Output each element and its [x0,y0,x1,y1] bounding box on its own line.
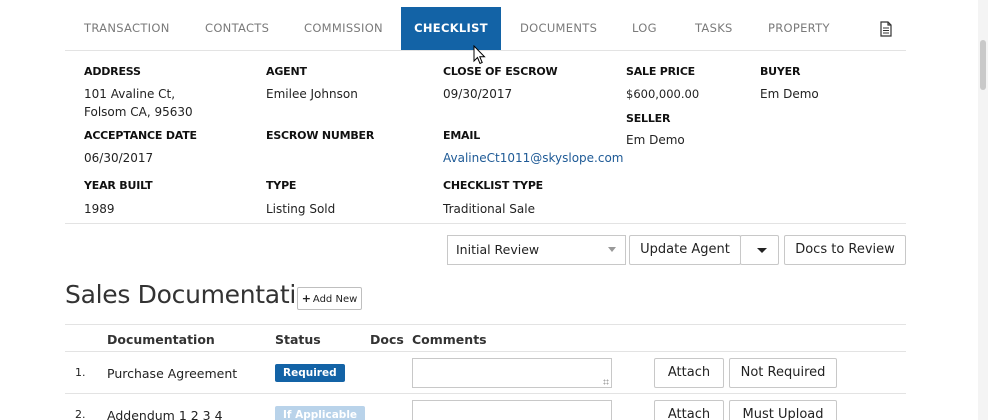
close-of-escrow-label: CLOSE OF ESCROW [443,65,558,78]
header-documentation: Documentation [107,332,215,347]
tab-tasks[interactable]: TASKS [695,7,733,50]
header-docs: Docs [370,332,404,347]
review-status-select[interactable]: Initial Review [447,235,626,265]
mouse-pointer-icon [473,45,486,65]
header-status: Status [275,332,321,347]
table-row: 2. Addendum 1 2 3 4 If Applicable Attach… [65,394,906,420]
status-badge: If Applicable [275,406,366,420]
row-number: 1. [75,366,86,379]
resize-grip-icon[interactable] [603,379,609,385]
document-name: Purchase Agreement [107,366,238,381]
table-row: 1. Purchase Agreement Required Attach No… [65,352,906,394]
chevron-down-icon [608,247,616,252]
plus-icon: + [301,292,311,305]
agent-value: Emilee Johnson [266,87,358,101]
address-label: ADDRESS [84,65,141,78]
tab-checklist[interactable]: CHECKLIST [401,7,501,50]
tab-log[interactable]: LOG [632,7,657,50]
address-line1: 101 Avaline Ct, [84,87,176,101]
year-built-value: 1989 [84,202,115,216]
email-label: EMAIL [443,129,481,142]
transaction-details: ADDRESS 101 Avaline Ct, Folsom CA, 95630… [65,51,906,224]
seller-label: SELLER [626,112,671,125]
attach-button[interactable]: Attach [654,358,724,388]
seller-value: Em Demo [626,133,685,147]
status-badge: Required [275,364,345,382]
documentation-table: Documentation Status Docs Comments 1. Pu… [65,324,906,420]
update-agent-dropdown-button[interactable] [740,235,779,265]
attach-button[interactable]: Attach [654,400,724,420]
sale-price-value: $600,000.00 [626,87,700,101]
table-header: Documentation Status Docs Comments [65,325,906,352]
not-required-button[interactable]: Not Required [729,358,837,388]
must-upload-button[interactable]: Must Upload [729,400,837,420]
sale-price-label: SALE PRICE [626,65,696,78]
comment-input[interactable] [412,400,612,420]
email-link[interactable]: AvalineCt1011@skyslope.com [443,149,624,167]
buyer-label: BUYER [760,65,801,78]
row-number: 2. [75,408,86,420]
document-icon[interactable] [879,21,893,37]
caret-down-icon [757,248,767,253]
tab-transaction[interactable]: TRANSACTION [84,7,170,50]
type-label: TYPE [266,179,297,192]
checklist-type-label: CHECKLIST TYPE [443,179,543,192]
add-new-button[interactable]: + Add New [297,287,362,310]
tab-property[interactable]: PROPERTY [768,7,830,50]
tab-contacts[interactable]: CONTACTS [205,7,269,50]
acceptance-date-label: ACCEPTANCE DATE [84,129,197,142]
section-title: Sales Documentation [65,280,327,309]
comment-input[interactable] [412,358,612,388]
escrow-number-label: ESCROW NUMBER [266,129,375,142]
acceptance-date-value: 06/30/2017 [84,151,154,165]
agent-label: AGENT [266,65,307,78]
header-comments: Comments [412,332,487,347]
address-line2: Folsom CA, 95630 [84,105,193,119]
tab-commission[interactable]: COMMISSION [304,7,383,50]
add-new-label: Add New [312,294,358,305]
page-scrollbar[interactable] [978,0,988,420]
scrollbar-thumb[interactable] [980,40,986,90]
checklist-type-value: Traditional Sale [443,202,535,216]
year-built-label: YEAR BUILT [84,179,153,192]
close-of-escrow-value: 09/30/2017 [443,87,513,101]
tab-documents[interactable]: DOCUMENTS [520,7,597,50]
update-agent-button[interactable]: Update Agent [629,235,741,265]
document-name: Addendum 1 2 3 4 [107,408,223,420]
buyer-value: Em Demo [760,87,819,101]
review-status-value: Initial Review [456,242,540,257]
type-value: Listing Sold [266,202,336,216]
docs-to-review-button[interactable]: Docs to Review [784,235,906,265]
